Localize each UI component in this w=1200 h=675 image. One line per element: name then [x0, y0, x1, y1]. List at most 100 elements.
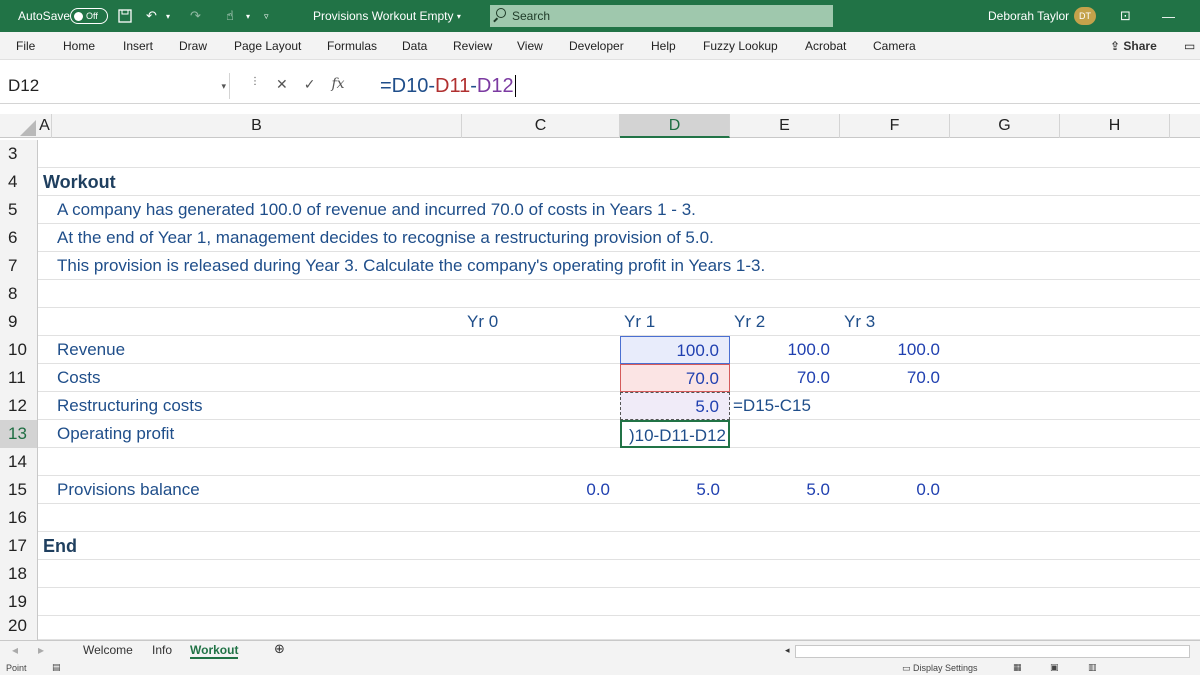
question-line-2[interactable]: At the end of Year 1, management decides…: [57, 224, 714, 252]
tab-home[interactable]: Home: [63, 39, 95, 53]
row-header[interactable]: 14: [0, 448, 38, 476]
cell-d12[interactable]: 5.0: [620, 392, 730, 420]
workout-heading[interactable]: Workout: [43, 168, 116, 196]
provisions-balance-label[interactable]: Provisions balance: [57, 476, 200, 504]
cell-e10[interactable]: 100.0: [730, 336, 840, 364]
ribbon-display-icon[interactable]: ⊡: [1120, 0, 1131, 32]
end-heading[interactable]: End: [43, 532, 77, 560]
avatar[interactable]: DT: [1074, 7, 1096, 25]
cell-f11[interactable]: 70.0: [840, 364, 950, 392]
touch-mode-icon[interactable]: ☝: [226, 0, 234, 32]
row-header[interactable]: 6: [0, 224, 38, 252]
tab-page-layout[interactable]: Page Layout: [234, 39, 301, 53]
row-header[interactable]: 12: [0, 392, 38, 420]
horizontal-scrollbar[interactable]: [795, 645, 1190, 658]
cell-d10[interactable]: 100.0: [620, 336, 730, 364]
search-box[interactable]: Search: [490, 5, 833, 27]
undo-dropdown-icon[interactable]: ▾: [166, 0, 170, 32]
column-header-e[interactable]: E: [730, 114, 840, 138]
row-header[interactable]: 13: [0, 420, 38, 448]
year-0-header[interactable]: Yr 0: [467, 308, 498, 336]
page-layout-view-icon[interactable]: ▣: [1050, 662, 1059, 673]
question-line-1[interactable]: A company has generated 100.0 of revenue…: [57, 196, 696, 224]
user-name[interactable]: Deborah Taylor: [988, 0, 1069, 32]
column-header-b[interactable]: B: [52, 114, 462, 138]
question-line-3[interactable]: This provision is released during Year 3…: [57, 252, 765, 280]
year-1-header[interactable]: Yr 1: [624, 308, 655, 336]
sheet-tab-info[interactable]: Info: [152, 643, 172, 657]
undo-icon[interactable]: ↶: [146, 0, 157, 32]
more-options-icon[interactable]: ⋮: [250, 76, 260, 93]
tab-formulas[interactable]: Formulas: [327, 39, 377, 53]
column-header-h[interactable]: H: [1060, 114, 1170, 138]
row-header[interactable]: 18: [0, 560, 38, 588]
customize-qat-icon[interactable]: ▿: [264, 0, 269, 32]
scroll-right-icon[interactable]: ▸: [38, 643, 44, 657]
cancel-icon[interactable]: ✕: [276, 76, 288, 93]
row-header[interactable]: 16: [0, 504, 38, 532]
cell-e12-formula[interactable]: =D15-C15: [733, 392, 811, 420]
column-header-a[interactable]: A: [38, 114, 52, 138]
tab-file[interactable]: File: [16, 39, 35, 53]
cell-d13-editing[interactable]: )10-D11-D12: [620, 420, 730, 448]
autosave-toggle[interactable]: Off: [70, 0, 108, 32]
revenue-label[interactable]: Revenue: [57, 336, 125, 364]
cell-f15[interactable]: 0.0: [840, 476, 950, 504]
select-all-icon[interactable]: [0, 114, 38, 138]
row-header[interactable]: 5: [0, 196, 38, 224]
row-header[interactable]: 10: [0, 336, 38, 364]
horizontal-scroll-left-icon[interactable]: ◂: [785, 645, 790, 656]
page-break-view-icon[interactable]: ▥: [1088, 662, 1097, 673]
share-button[interactable]: ⇪ Share: [1110, 39, 1157, 53]
tab-data[interactable]: Data: [402, 39, 427, 53]
sheet-tab-workout[interactable]: Workout: [190, 643, 239, 659]
cell-d11[interactable]: 70.0: [620, 364, 730, 392]
name-box-dropdown-icon[interactable]: ▾: [221, 73, 226, 99]
column-header-c[interactable]: C: [462, 114, 620, 138]
document-title[interactable]: Provisions Workout Empty ▾: [313, 0, 461, 32]
tab-insert[interactable]: Insert: [123, 39, 153, 53]
enter-icon[interactable]: ✓: [304, 76, 316, 93]
minimize-icon[interactable]: —: [1162, 0, 1175, 32]
year-3-header[interactable]: Yr 3: [844, 308, 875, 336]
tab-developer[interactable]: Developer: [569, 39, 624, 53]
insert-function-icon[interactable]: fx: [331, 76, 344, 93]
tab-review[interactable]: Review: [453, 39, 492, 53]
column-header-f[interactable]: F: [840, 114, 950, 138]
scroll-left-icon[interactable]: ◂: [12, 643, 18, 657]
tab-draw[interactable]: Draw: [179, 39, 207, 53]
comments-icon[interactable]: ▭: [1184, 39, 1195, 53]
restructuring-costs-label[interactable]: Restructuring costs: [57, 392, 203, 420]
tab-view[interactable]: View: [517, 39, 543, 53]
save-icon[interactable]: [118, 0, 132, 32]
row-header[interactable]: 20: [0, 612, 38, 640]
redo-icon[interactable]: ↷: [190, 0, 201, 32]
row-header[interactable]: 11: [0, 364, 38, 392]
column-header-d[interactable]: D: [620, 114, 730, 138]
year-2-header[interactable]: Yr 2: [734, 308, 765, 336]
name-box[interactable]: D12 ▾: [0, 73, 230, 99]
display-settings[interactable]: ▭ Display Settings: [902, 663, 978, 674]
row-header[interactable]: 3: [0, 140, 38, 168]
sheet-tab-welcome[interactable]: Welcome: [83, 643, 133, 657]
cell-e15[interactable]: 5.0: [730, 476, 840, 504]
costs-label[interactable]: Costs: [57, 364, 100, 392]
touch-dropdown-icon[interactable]: ▾: [246, 0, 250, 32]
operating-profit-label[interactable]: Operating profit: [57, 420, 174, 448]
tab-acrobat[interactable]: Acrobat: [805, 39, 846, 53]
column-header-g[interactable]: G: [950, 114, 1060, 138]
cell-f10[interactable]: 100.0: [840, 336, 950, 364]
row-header[interactable]: 15: [0, 476, 38, 504]
cell-c15[interactable]: 0.0: [462, 476, 620, 504]
cell-e11[interactable]: 70.0: [730, 364, 840, 392]
tab-camera[interactable]: Camera: [873, 39, 916, 53]
normal-view-icon[interactable]: ▦: [1013, 662, 1022, 673]
row-header[interactable]: 8: [0, 280, 38, 308]
row-header[interactable]: 17: [0, 532, 38, 560]
macro-record-icon[interactable]: ▤: [52, 662, 61, 673]
cell-d15[interactable]: 5.0: [620, 476, 730, 504]
tab-help[interactable]: Help: [651, 39, 676, 53]
row-header[interactable]: 4: [0, 168, 38, 196]
row-header[interactable]: 9: [0, 308, 38, 336]
tab-fuzzy-lookup[interactable]: Fuzzy Lookup: [703, 39, 778, 53]
